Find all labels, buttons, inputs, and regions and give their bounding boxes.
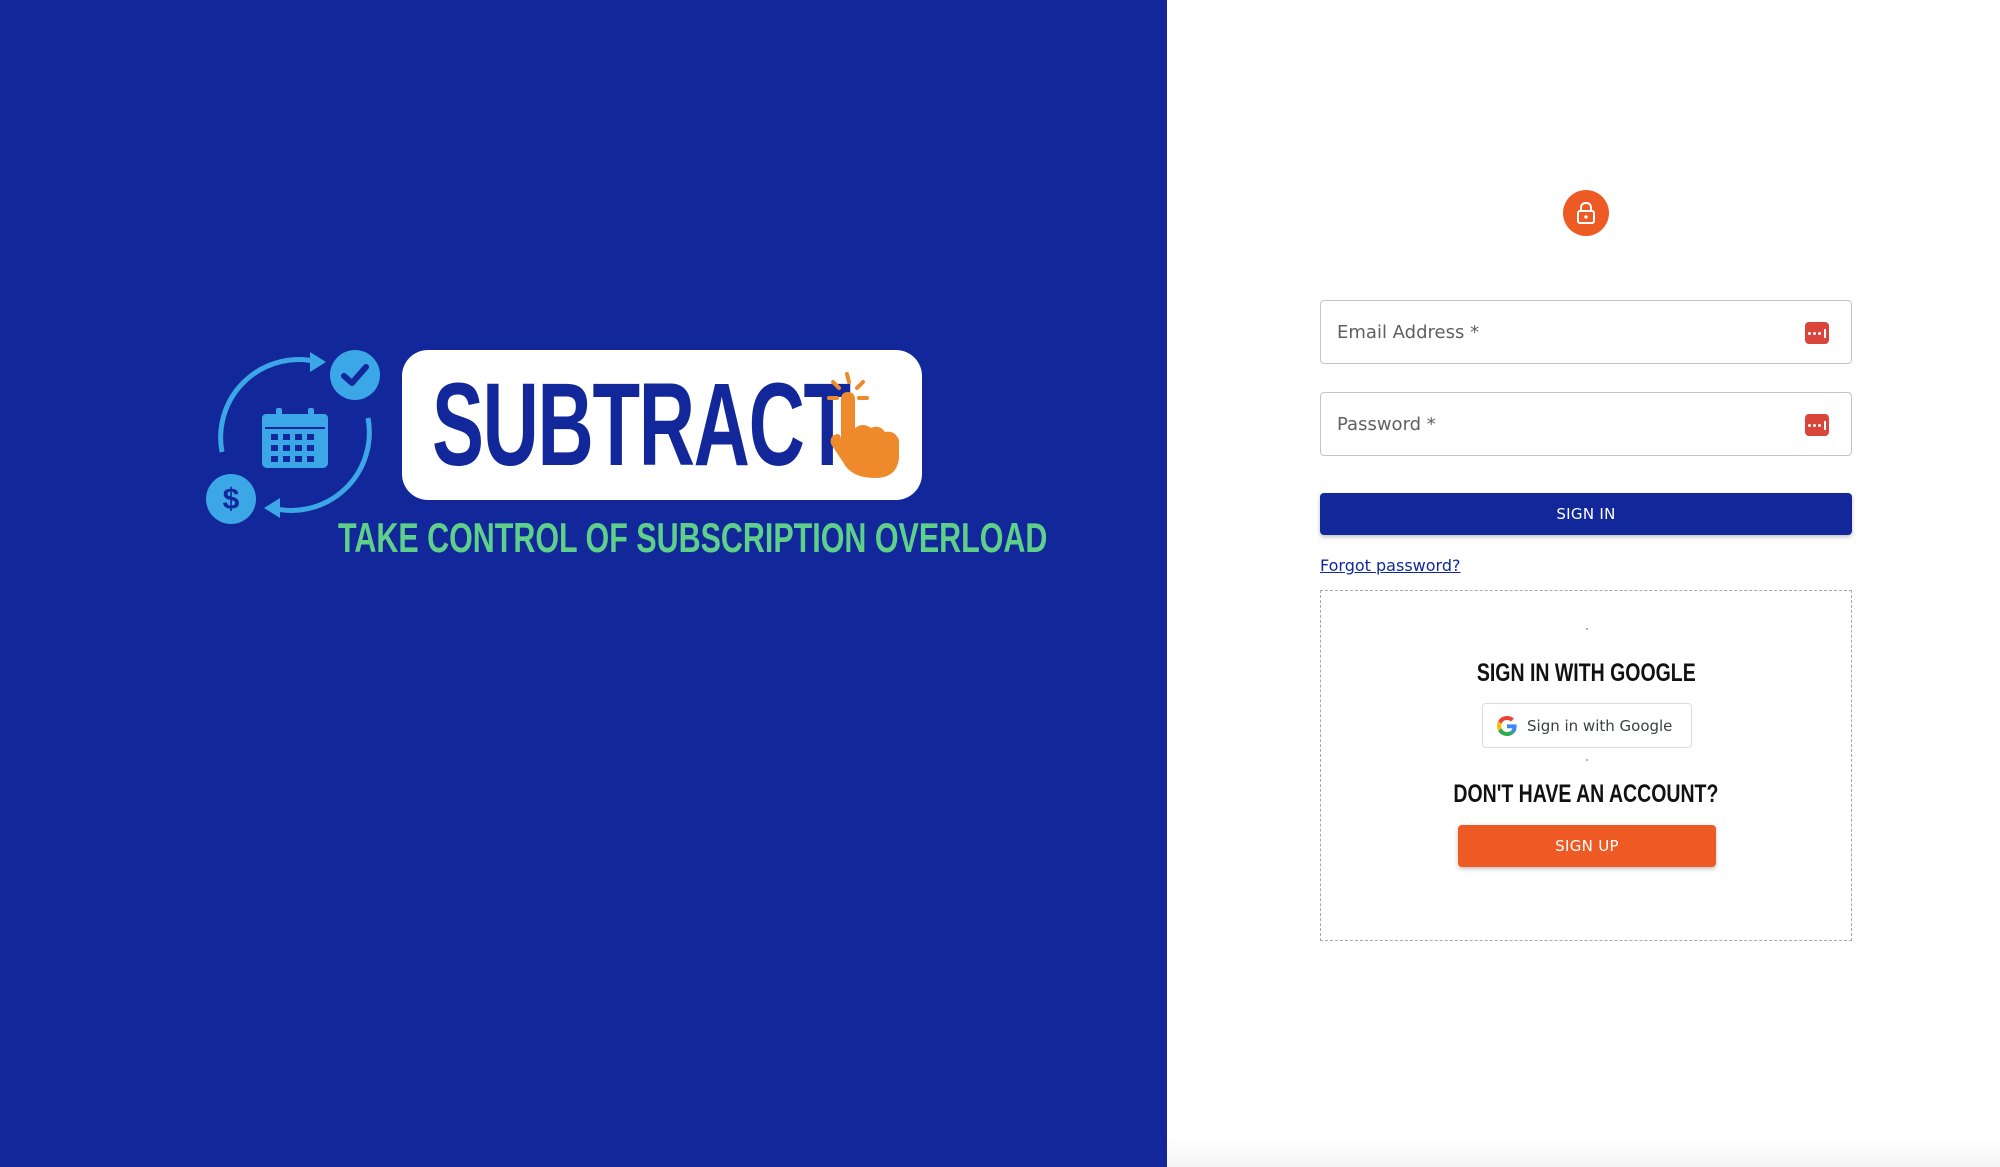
email-input[interactable] <box>1321 301 1851 363</box>
checkmark-icon <box>330 350 380 400</box>
logo-wordmark-box: SUBTRACT <box>402 350 922 500</box>
google-g-icon <box>1497 715 1517 736</box>
password-manager-key-icon[interactable] <box>1805 322 1829 344</box>
separator-dot <box>1586 628 1588 630</box>
google-signin-button[interactable]: Sign in with Google <box>1482 703 1692 748</box>
forgot-password-link[interactable]: Forgot password? <box>1320 556 1460 575</box>
sign-up-button[interactable]: SIGN UP <box>1458 825 1716 867</box>
brand-panel: $ SUBTRACT TAKE CONTROL OF SUBSCRIPTION … <box>0 0 1167 1167</box>
logo-wordmark: SUBTRACT <box>432 359 851 491</box>
dollar-icon: $ <box>206 474 256 524</box>
subtract-logo: $ SUBTRACT TAKE CONTROL OF SUBSCRIPTION … <box>200 340 1048 570</box>
password-input[interactable] <box>1321 393 1851 455</box>
pointer-hand-icon <box>827 372 899 478</box>
google-signin-heading: SIGN IN WITH GOOGLE <box>1476 659 1696 687</box>
separator-dot <box>1586 759 1588 761</box>
email-field <box>1320 300 1852 364</box>
lock-avatar <box>1563 190 1609 236</box>
signup-heading: DON'T HAVE AN ACCOUNT? <box>1453 780 1719 808</box>
sign-in-button[interactable]: SIGN IN <box>1320 493 1852 535</box>
alternative-signin-box: SIGN IN WITH GOOGLE Sign in with Google … <box>1320 590 1852 941</box>
password-manager-key-icon[interactable] <box>1805 414 1829 436</box>
bottom-shadow <box>1167 1137 2000 1167</box>
password-field <box>1320 392 1852 456</box>
svg-text:$: $ <box>223 483 240 516</box>
calendar-icon <box>262 408 328 468</box>
lock-icon <box>1577 201 1595 224</box>
google-signin-label: Sign in with Google <box>1527 716 1673 735</box>
login-panel <box>1167 0 2000 1167</box>
logo-tagline: TAKE CONTROL OF SUBSCRIPTION OVERLOAD <box>338 514 1048 561</box>
